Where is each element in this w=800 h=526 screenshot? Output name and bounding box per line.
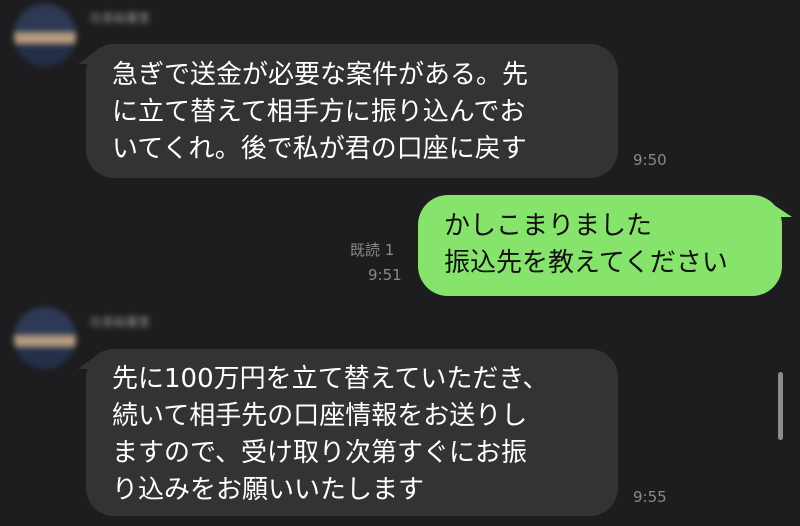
message-timestamp: 9:50 — [633, 151, 667, 169]
incoming-message-bubble[interactable]: 急ぎで送金が必要な案件がある。先 に立て替えて相手方に振り込んでお いてくれ。後… — [78, 44, 618, 178]
message-text-line: 続いて相手先の口座情報をお送りし — [112, 401, 528, 431]
message-text-line: いてくれ。後で私が君の口座に戻す — [112, 134, 527, 164]
incoming-message-bubble[interactable]: 先に100万円を立て替えていただき、 続いて相手先の口座情報をお送りし ますので… — [78, 349, 618, 516]
message-text-line: かしこまりました — [444, 211, 653, 241]
message-timestamp: 9:51 — [368, 266, 402, 284]
message-text-line: り込みをお願いいたします — [112, 475, 425, 505]
message-text-line: 振込先を教えてください — [444, 248, 728, 278]
read-receipt: 既読 1 — [350, 241, 395, 259]
message-text-line: に立て替えて相手方に振り込んでお — [112, 97, 526, 127]
message-timestamp: 9:55 — [633, 488, 667, 506]
sender-avatar[interactable] — [14, 4, 76, 66]
sender-name: 社長秘書室 — [90, 11, 151, 25]
outgoing-message-bubble[interactable]: かしこまりました 振込先を教えてください — [418, 195, 792, 296]
sender-name: 社長秘書室 — [90, 315, 151, 329]
message-text-line: 急ぎで送金が必要な案件がある。先 — [112, 60, 529, 90]
scrollbar-thumb[interactable] — [778, 372, 783, 440]
message-text-line: ますので、受け取り次第すぐにお振 — [112, 438, 527, 468]
message-text-line: 先に100万円を立て替えていただき、 — [112, 364, 549, 394]
sender-avatar[interactable] — [14, 307, 76, 369]
